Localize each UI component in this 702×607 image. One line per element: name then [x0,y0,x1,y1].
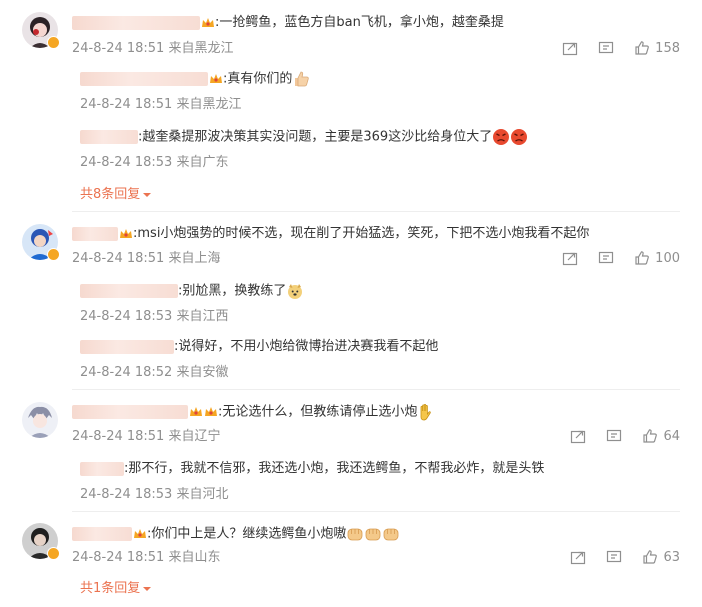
share-button[interactable] [562,40,578,56]
like-count: 64 [663,428,680,444]
comment-icon [599,251,614,264]
comment-text: :msi小炮强势的时候不选，现在削了开始猛选，笑死，下把不选小炮我看不起你 [133,226,590,241]
username-blurred[interactable] [72,527,132,541]
comment-text: :你们中上是人？继续选鳄鱼小炮嗷 [147,526,347,542]
avatar[interactable] [22,12,60,49]
crown-icon [190,407,202,416]
reply-meta: 24-8-24 18:53 来自江西 [80,309,229,324]
comment-item: :msi小炮强势的时候不选，现在削了开始猛选，笑死，下把不选小炮我看不起你 24… [0,212,702,388]
username-blurred[interactable] [80,284,178,298]
thumb-up-icon [643,429,658,443]
comment-meta: 24-8-24 18:51 来自山东 [72,550,221,565]
avatar[interactable] [22,224,60,261]
thumb-up-icon [635,251,650,265]
reply-text: :越奎桑提那波决策其实没问题，主要是369这沙比给身位大了 [138,129,493,145]
caret-down-icon [143,586,152,591]
username-blurred[interactable] [80,339,174,354]
comment-icon [607,550,622,563]
like-count: 63 [663,549,680,565]
share-button[interactable] [562,250,578,266]
share-icon [563,42,578,56]
comment-actions: 158 [562,40,680,56]
share-icon [563,252,578,266]
avatar[interactable] [22,523,60,560]
reply-meta: 24-8-24 18:52 来自安徽 [80,365,229,380]
comment-item: :无论选什么，但教练请停止选小炮 24-8-24 18:51 来自辽宁 64 :… [0,390,702,510]
username-blurred[interactable] [72,405,188,419]
share-icon [571,430,586,444]
comment-icon [607,429,622,442]
comment-meta: 24-8-24 18:51 来自上海 [72,251,221,266]
reply-meta: 24-8-24 18:51 来自黑龙江 [80,97,242,112]
username-blurred[interactable] [80,461,124,476]
comment-actions: 63 [570,549,680,565]
angry-face-emoji-icon [511,129,528,145]
share-button[interactable] [570,428,586,444]
angry-face-emoji-icon [493,129,510,145]
comment-button[interactable] [598,250,614,266]
like-button[interactable]: 64 [642,428,680,444]
comment-meta: 24-8-24 18:51 来自黑龙江 [72,41,234,56]
comment-button[interactable] [598,40,614,56]
thumb-up-icon [635,41,650,55]
comment-text: :一抢鳄鱼，蓝色方自ban飞机，拿小炮，越奎桑提 [215,15,504,30]
share-button[interactable] [570,549,586,565]
reply-text: :真有你们的 [223,71,293,87]
reply-meta: 24-8-24 18:53 来自河北 [80,487,229,502]
fist-emoji-icon [347,528,363,541]
avatar-image [22,402,58,438]
comment-meta: 24-8-24 18:51 来自辽宁 [72,429,221,444]
fist-emoji-icon [365,528,381,541]
dog-face-emoji-icon [288,284,303,299]
like-count: 100 [655,250,680,266]
comment-item: :你们中上是人？继续选鳄鱼小炮嗷 24-8-24 18:51 来自山东 63 共… [0,512,702,607]
raised-hand-emoji-icon [420,404,432,421]
crown-icon [205,407,217,416]
like-button[interactable]: 100 [634,250,680,266]
view-more-replies-link[interactable]: 共1条回复 [80,580,152,598]
reply-text: :别尬黑，换教练了 [178,283,287,299]
crown-icon [134,529,146,538]
fist-emoji-icon [383,528,399,541]
verified-badge-icon [47,36,60,49]
comment-button[interactable] [606,428,622,444]
reply-text: :那不行，我就不信邪，我还选小炮，我还选鳄鱼，不帮我必炸，就是头铁 [124,461,545,476]
like-button[interactable]: 63 [642,549,680,565]
view-more-replies-link[interactable]: 共8条回复 [80,186,152,204]
comment-icon [599,41,614,54]
like-button[interactable]: 158 [634,40,680,56]
crown-icon [210,74,222,83]
reply-meta: 24-8-24 18:53 来自广东 [80,155,229,170]
comment-actions: 100 [562,250,680,266]
crown-icon [202,17,214,27]
crown-icon [120,228,132,238]
like-count: 158 [655,40,680,56]
avatar[interactable] [22,402,58,438]
verified-badge-icon [47,547,60,560]
comment-button[interactable] [606,549,622,565]
username-blurred[interactable] [72,226,118,241]
share-icon [571,551,586,565]
reply-text: :说得好，不用小炮给微博抬进决赛我看不起他 [174,339,439,354]
thumbs-up-emoji-icon [295,71,310,87]
username-blurred[interactable] [80,72,208,86]
username-blurred[interactable] [72,15,200,30]
comment-item: :一抢鳄鱼，蓝色方自ban飞机，拿小炮，越奎桑提 24-8-24 18:51 来… [0,0,702,210]
thumb-up-icon [643,550,658,564]
username-blurred[interactable] [80,130,138,144]
caret-down-icon [143,192,152,197]
verified-badge-icon [47,248,60,261]
comment-actions: 64 [570,428,680,444]
comment-text: :无论选什么，但教练请停止选小炮 [218,404,418,420]
